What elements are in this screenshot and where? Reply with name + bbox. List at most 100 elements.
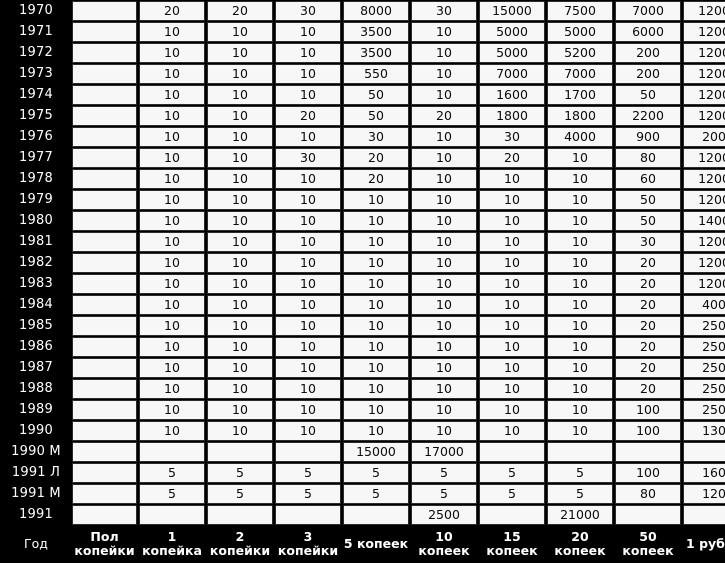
table-cell: 20: [275, 106, 341, 126]
table-cell: 10: [275, 169, 341, 189]
table-cell: 1200: [683, 106, 725, 126]
table-cell: 5: [275, 484, 341, 504]
row-year-label: 1972: [2, 43, 70, 63]
table-cell: 5200: [547, 43, 613, 63]
table-cell: 10: [139, 421, 205, 441]
table-cell: 10: [343, 274, 409, 294]
table-cell: 10: [343, 358, 409, 378]
table-cell: [479, 442, 545, 462]
table-cell: 1200: [683, 253, 725, 273]
table-cell: 10: [547, 169, 613, 189]
table-cell: [72, 274, 137, 294]
table-cell: [72, 253, 137, 273]
column-header-denomination: 1: [167, 529, 177, 544]
row-year-label: 1990: [2, 421, 70, 441]
table-cell: 10: [139, 190, 205, 210]
table-cell: 7000: [479, 64, 545, 84]
table-cell: 10: [139, 337, 205, 357]
table-cell: [72, 400, 137, 420]
column-header-year: Год: [2, 526, 70, 562]
table-cell: 5000: [479, 43, 545, 63]
table-row: 1991 М 5 5 5 5 5 5 5 80 120: [2, 484, 725, 504]
table-cell: 10: [411, 211, 477, 231]
table-cell: 10: [343, 379, 409, 399]
table-cell: 20: [615, 316, 681, 336]
table-cell: 10: [411, 295, 477, 315]
table-cell: 30: [615, 232, 681, 252]
table-cell: [139, 505, 205, 525]
row-year-label: 1978: [2, 169, 70, 189]
table-row: 1985 10 10 10 10 10 10 10 20 250: [2, 316, 725, 336]
table-cell: 10: [207, 379, 273, 399]
table-cell: 10: [275, 400, 341, 420]
table-cell: 1200: [683, 274, 725, 294]
table-cell: 10: [547, 232, 613, 252]
row-year-label: 1977: [2, 148, 70, 168]
table-cell: 10: [343, 400, 409, 420]
table-cell: 120: [683, 484, 725, 504]
table-cell: 10: [139, 379, 205, 399]
table-cell: 8000: [343, 1, 409, 21]
table-cell: 10: [411, 337, 477, 357]
table-cell: 10: [207, 85, 273, 105]
table-cell: [72, 337, 137, 357]
table-cell: 5: [547, 484, 613, 504]
table-cell: [615, 442, 681, 462]
table-cell: 160: [683, 463, 725, 483]
table-cell: 10: [139, 106, 205, 126]
table-cell: [72, 316, 137, 336]
row-year-label: 1991: [2, 505, 70, 525]
table-cell: 10: [343, 190, 409, 210]
table-cell: 10: [207, 400, 273, 420]
table-cell: 6000: [615, 22, 681, 42]
table-cell: 10: [411, 316, 477, 336]
table-cell: 10: [275, 43, 341, 63]
table-cell: 10: [275, 379, 341, 399]
row-year-label: 1975: [2, 106, 70, 126]
table-cell: [72, 148, 137, 168]
row-year-label: 1991 Л: [2, 463, 70, 483]
table-row: 1990 М 15000 17000: [2, 442, 725, 462]
table-cell: 10: [207, 43, 273, 63]
column-header-denomination: 15: [503, 529, 521, 544]
table-cell: 30: [411, 1, 477, 21]
table-cell: 10: [207, 127, 273, 147]
table-cell: 2200: [615, 106, 681, 126]
table-cell: 10: [275, 190, 341, 210]
row-year-label: 1991 М: [2, 484, 70, 504]
column-header-denomination: 2: [235, 529, 245, 544]
table-cell: 5: [139, 463, 205, 483]
column-header-k15: 15 копеек: [479, 526, 545, 562]
table-cell: 10: [207, 211, 273, 231]
column-header-half_kop: Пол копейки: [72, 526, 137, 562]
table-row: 1974101010501016001700501200: [2, 85, 725, 105]
table-cell: 10: [207, 169, 273, 189]
table-cell: 10: [547, 379, 613, 399]
table-cell: 10: [275, 85, 341, 105]
column-header-r1: 1 рубль: [683, 526, 725, 562]
table-cell: 2500: [411, 505, 477, 525]
table-cell: 100: [615, 421, 681, 441]
table-cell: 10: [207, 232, 273, 252]
table-cell: 20: [207, 1, 273, 21]
row-year-label: 1980: [2, 211, 70, 231]
table-cell: 10: [479, 421, 545, 441]
table-cell: 10: [275, 127, 341, 147]
table-cell: [72, 358, 137, 378]
table-cell: 1400: [683, 211, 725, 231]
table-cell: 10: [275, 211, 341, 231]
row-year-label: 1979: [2, 190, 70, 210]
table-row: 1991 2500 21000: [2, 505, 725, 525]
table-cell: [343, 505, 409, 525]
table-cell: 10: [547, 190, 613, 210]
column-header-denomination: Пол: [90, 529, 119, 544]
table-cell: 10: [275, 253, 341, 273]
table-cell: 10: [139, 400, 205, 420]
column-header-k10: 10 копеек: [411, 526, 477, 562]
table-cell: 5: [411, 484, 477, 504]
table-cell: 20: [615, 337, 681, 357]
table-cell: 20: [343, 169, 409, 189]
table-cell: [72, 85, 137, 105]
table-cell: 50: [615, 85, 681, 105]
table-cell: 10: [139, 358, 205, 378]
